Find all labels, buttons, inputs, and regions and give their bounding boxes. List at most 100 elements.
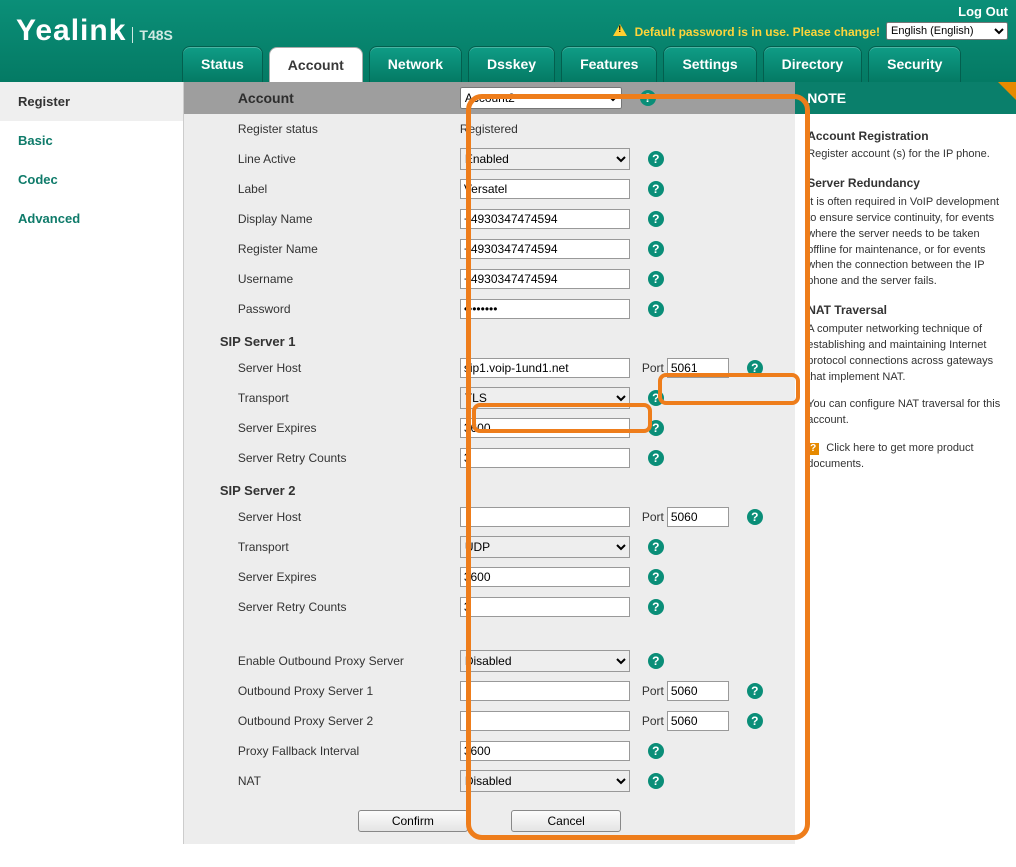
sip2-transport-label: Transport bbox=[238, 540, 460, 554]
sip1-host-input[interactable] bbox=[460, 358, 630, 378]
sidebar-item-register[interactable]: Register bbox=[0, 82, 183, 121]
help-icon[interactable]: ? bbox=[648, 599, 664, 615]
help-icon[interactable]: ? bbox=[747, 683, 763, 699]
cancel-button[interactable]: Cancel bbox=[511, 810, 621, 832]
sip1-retry-label: Server Retry Counts bbox=[238, 451, 460, 465]
proxy-fallback-input[interactable] bbox=[460, 741, 630, 761]
topbar: Log Out Default password is in use. Plea… bbox=[0, 0, 1016, 82]
outbound-proxy2-port-input[interactable] bbox=[667, 711, 729, 731]
sip1-expires-input[interactable] bbox=[460, 418, 630, 438]
outbound-proxy2-port-label: Port bbox=[642, 714, 664, 728]
sip1-transport-label: Transport bbox=[238, 391, 460, 405]
help-icon[interactable]: ? bbox=[648, 151, 664, 167]
help-icon[interactable]: ? bbox=[648, 390, 664, 406]
sip2-expires-input[interactable] bbox=[460, 567, 630, 587]
label-label: Label bbox=[238, 182, 460, 196]
label-input[interactable] bbox=[460, 179, 630, 199]
logout-link[interactable]: Log Out bbox=[958, 4, 1008, 19]
help-icon[interactable]: ? bbox=[648, 773, 664, 789]
confirm-button[interactable]: Confirm bbox=[358, 810, 468, 832]
username-label: Username bbox=[238, 272, 460, 286]
password-input[interactable] bbox=[460, 299, 630, 319]
help-icon[interactable]: ? bbox=[747, 509, 763, 525]
sidebar-item-advanced[interactable]: Advanced bbox=[0, 199, 183, 238]
help-icon[interactable]: ? bbox=[747, 360, 763, 376]
tab-features[interactable]: Features bbox=[561, 46, 657, 82]
tab-security[interactable]: Security bbox=[868, 46, 961, 82]
sidebar-item-basic[interactable]: Basic bbox=[0, 121, 183, 160]
outbound-proxy1-port-label: Port bbox=[642, 684, 664, 698]
display-name-input[interactable] bbox=[460, 209, 630, 229]
sidebar-item-codec[interactable]: Codec bbox=[0, 160, 183, 199]
sip1-port-label: Port bbox=[642, 361, 664, 375]
help-icon[interactable]: ? bbox=[648, 539, 664, 555]
outbound-proxy2-label: Outbound Proxy Server 2 bbox=[238, 714, 460, 728]
help-icon[interactable]: ? bbox=[648, 301, 664, 317]
outbound-proxy2-input[interactable] bbox=[460, 711, 630, 731]
form-panel: Account Account2 ? Register status Regis… bbox=[184, 82, 795, 844]
help-icon[interactable]: ? bbox=[648, 271, 664, 287]
note-heading-nat-traversal: NAT Traversal bbox=[807, 302, 1004, 319]
register-name-label: Register Name bbox=[238, 242, 460, 256]
tab-dsskey[interactable]: Dsskey bbox=[468, 46, 555, 82]
sip2-retry-input[interactable] bbox=[460, 597, 630, 617]
note-text: A computer networking technique of estab… bbox=[807, 322, 1004, 386]
register-status-label: Register status bbox=[238, 122, 460, 136]
tab-account[interactable]: Account bbox=[269, 47, 363, 83]
sip1-port-input[interactable] bbox=[667, 358, 729, 378]
help-icon[interactable]: ? bbox=[747, 713, 763, 729]
register-status-value: Registered bbox=[460, 122, 630, 136]
help-icon[interactable]: ? bbox=[640, 90, 656, 106]
help-icon[interactable]: ? bbox=[648, 420, 664, 436]
help-icon[interactable]: ? bbox=[648, 743, 664, 759]
help-icon[interactable]: ? bbox=[648, 450, 664, 466]
language-select[interactable]: English (English) bbox=[886, 22, 1008, 40]
logo: Yealink T48S bbox=[16, 14, 173, 48]
register-name-input[interactable] bbox=[460, 239, 630, 259]
note-heading-server-redundancy: Server Redundancy bbox=[807, 175, 1004, 192]
documents-link-text: Click here to get more product documents… bbox=[807, 442, 973, 470]
sip1-transport-select[interactable]: TLS bbox=[460, 387, 630, 409]
account-section-head: Account Account2 ? bbox=[184, 82, 795, 114]
note-text: Register account (s) for the IP phone. bbox=[807, 147, 1004, 163]
sip2-port-label: Port bbox=[642, 510, 664, 524]
sip-server-2-head: SIP Server 2 bbox=[184, 473, 795, 502]
help-icon[interactable]: ? bbox=[648, 569, 664, 585]
display-name-label: Display Name bbox=[238, 212, 460, 226]
warning-icon bbox=[613, 24, 627, 36]
help-icon[interactable]: ? bbox=[648, 181, 664, 197]
sip1-retry-input[interactable] bbox=[460, 448, 630, 468]
note-title: NOTE bbox=[795, 82, 1016, 114]
line-active-label: Line Active bbox=[238, 152, 460, 166]
help-icon[interactable]: ? bbox=[648, 241, 664, 257]
password-warning[interactable]: Default password is in use. Please chang… bbox=[613, 24, 880, 39]
main-tabs: Status Account Network Dsskey Features S… bbox=[182, 46, 961, 82]
password-label: Password bbox=[238, 302, 460, 316]
outbound-proxy1-port-input[interactable] bbox=[667, 681, 729, 701]
model-text: T48S bbox=[132, 27, 172, 43]
sip2-host-label: Server Host bbox=[238, 510, 460, 524]
proxy-fallback-label: Proxy Fallback Interval bbox=[238, 744, 460, 758]
sip2-host-input[interactable] bbox=[460, 507, 630, 527]
documents-link[interactable]: ? Click here to get more product documen… bbox=[807, 441, 1004, 473]
tab-network[interactable]: Network bbox=[369, 46, 462, 82]
help-icon[interactable]: ? bbox=[648, 211, 664, 227]
question-icon: ? bbox=[807, 443, 819, 455]
nat-select[interactable]: Disabled bbox=[460, 770, 630, 792]
outbound-proxy-enable-select[interactable]: Disabled bbox=[460, 650, 630, 672]
sip2-retry-label: Server Retry Counts bbox=[238, 600, 460, 614]
sip1-host-label: Server Host bbox=[238, 361, 460, 375]
username-input[interactable] bbox=[460, 269, 630, 289]
tab-settings[interactable]: Settings bbox=[663, 46, 756, 82]
tab-directory[interactable]: Directory bbox=[763, 46, 862, 82]
tab-status[interactable]: Status bbox=[182, 46, 263, 82]
note-heading-account-registration: Account Registration bbox=[807, 128, 1004, 145]
sip2-port-input[interactable] bbox=[667, 507, 729, 527]
outbound-proxy1-input[interactable] bbox=[460, 681, 630, 701]
sip2-transport-select[interactable]: UDP bbox=[460, 536, 630, 558]
note-panel: NOTE Account Registration Register accou… bbox=[795, 82, 1016, 844]
help-icon[interactable]: ? bbox=[648, 653, 664, 669]
account-select[interactable]: Account2 bbox=[460, 87, 622, 109]
line-active-select[interactable]: Enabled bbox=[460, 148, 630, 170]
sidebar: Register Basic Codec Advanced bbox=[0, 82, 184, 844]
